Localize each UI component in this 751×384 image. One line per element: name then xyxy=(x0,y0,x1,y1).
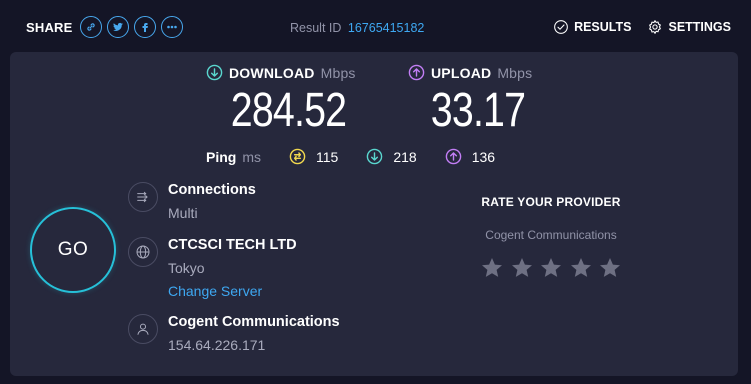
star-icon[interactable] xyxy=(539,256,563,280)
star-rating xyxy=(472,256,630,280)
rate-provider-name: Cogent Communications xyxy=(485,228,617,242)
ping-row: Ping ms 115 218 136 xyxy=(206,148,523,165)
ping-download-value: 218 xyxy=(393,148,417,165)
rate-title: RATE YOUR PROVIDER xyxy=(481,195,621,209)
upload-header: UPLOAD Mbps xyxy=(408,64,548,81)
speedtest-panel: DOWNLOAD Mbps 284.52 UPLOAD Mbps 33.17 P… xyxy=(10,52,738,376)
idle-latency-icon xyxy=(289,148,306,165)
ping-idle: 115 xyxy=(289,148,338,165)
download-icon xyxy=(206,64,223,81)
result-id-label: Result ID xyxy=(290,21,342,35)
link-icon[interactable] xyxy=(79,16,102,38)
results-label: RESULTS xyxy=(574,20,632,34)
upload-label: UPLOAD xyxy=(431,64,492,81)
change-server-link[interactable]: Change Server xyxy=(168,283,297,299)
top-bar: SHARE Result ID 16765415182 RESULTS SETT… xyxy=(0,0,751,52)
upload-icon xyxy=(408,64,425,81)
ping-upload-value: 136 xyxy=(471,148,496,165)
server-location: Tokyo xyxy=(168,260,205,276)
isp-ip: 154.64.226.171 xyxy=(168,337,266,353)
download-latency-icon xyxy=(367,148,383,165)
connections-icon xyxy=(128,182,158,212)
more-icon[interactable] xyxy=(160,16,183,38)
ping-idle-value: 115 xyxy=(316,148,339,165)
isp-text: Cogent Communications 154.64.226.171 xyxy=(168,314,340,353)
top-right-actions: RESULTS SETTINGS xyxy=(553,19,731,35)
user-icon xyxy=(128,314,158,344)
facebook-icon[interactable] xyxy=(133,16,156,38)
server-text: CTCSCI TECH LTD Tokyo Change Server xyxy=(168,237,297,299)
connections-value[interactable]: Multi xyxy=(168,205,256,221)
connections-text: Connections Multi xyxy=(168,182,256,221)
settings-button[interactable]: SETTINGS xyxy=(647,19,731,35)
upload-value: 33.17 xyxy=(430,84,526,137)
share-group: SHARE xyxy=(26,16,183,38)
star-icon[interactable] xyxy=(598,256,622,280)
settings-label: SETTINGS xyxy=(668,20,731,34)
twitter-icon[interactable] xyxy=(106,16,129,38)
globe-icon xyxy=(128,237,158,267)
ping-upload: 136 xyxy=(445,148,495,165)
result-id-link[interactable]: 16765415182 xyxy=(348,21,424,35)
gear-icon xyxy=(649,20,662,34)
results-button[interactable]: RESULTS xyxy=(553,19,631,35)
upload-metric: UPLOAD Mbps 33.17 xyxy=(408,64,548,135)
star-icon[interactable] xyxy=(569,256,593,280)
download-unit: Mbps xyxy=(320,64,356,81)
upload-unit: Mbps xyxy=(497,64,533,81)
rate-provider: RATE YOUR PROVIDER Cogent Communications xyxy=(472,195,630,280)
download-header: DOWNLOAD Mbps xyxy=(206,64,371,81)
connections-title: Connections xyxy=(168,182,256,198)
server-name: CTCSCI TECH LTD xyxy=(168,237,297,253)
star-icon[interactable] xyxy=(510,256,534,280)
go-button[interactable]: GO xyxy=(30,207,116,293)
star-icon[interactable] xyxy=(480,256,504,280)
download-metric: DOWNLOAD Mbps 284.52 xyxy=(206,64,371,135)
check-circle-icon xyxy=(554,20,568,34)
download-label: DOWNLOAD xyxy=(229,64,315,81)
download-value: 284.52 xyxy=(230,84,347,137)
share-label: SHARE xyxy=(26,19,73,35)
ping-label: Ping xyxy=(206,148,237,165)
result-id: Result ID 16765415182 xyxy=(290,21,424,35)
ping-download: 218 xyxy=(366,148,417,165)
upload-latency-icon xyxy=(445,148,461,165)
isp-name: Cogent Communications xyxy=(168,314,340,330)
ping-unit: ms xyxy=(242,148,262,165)
